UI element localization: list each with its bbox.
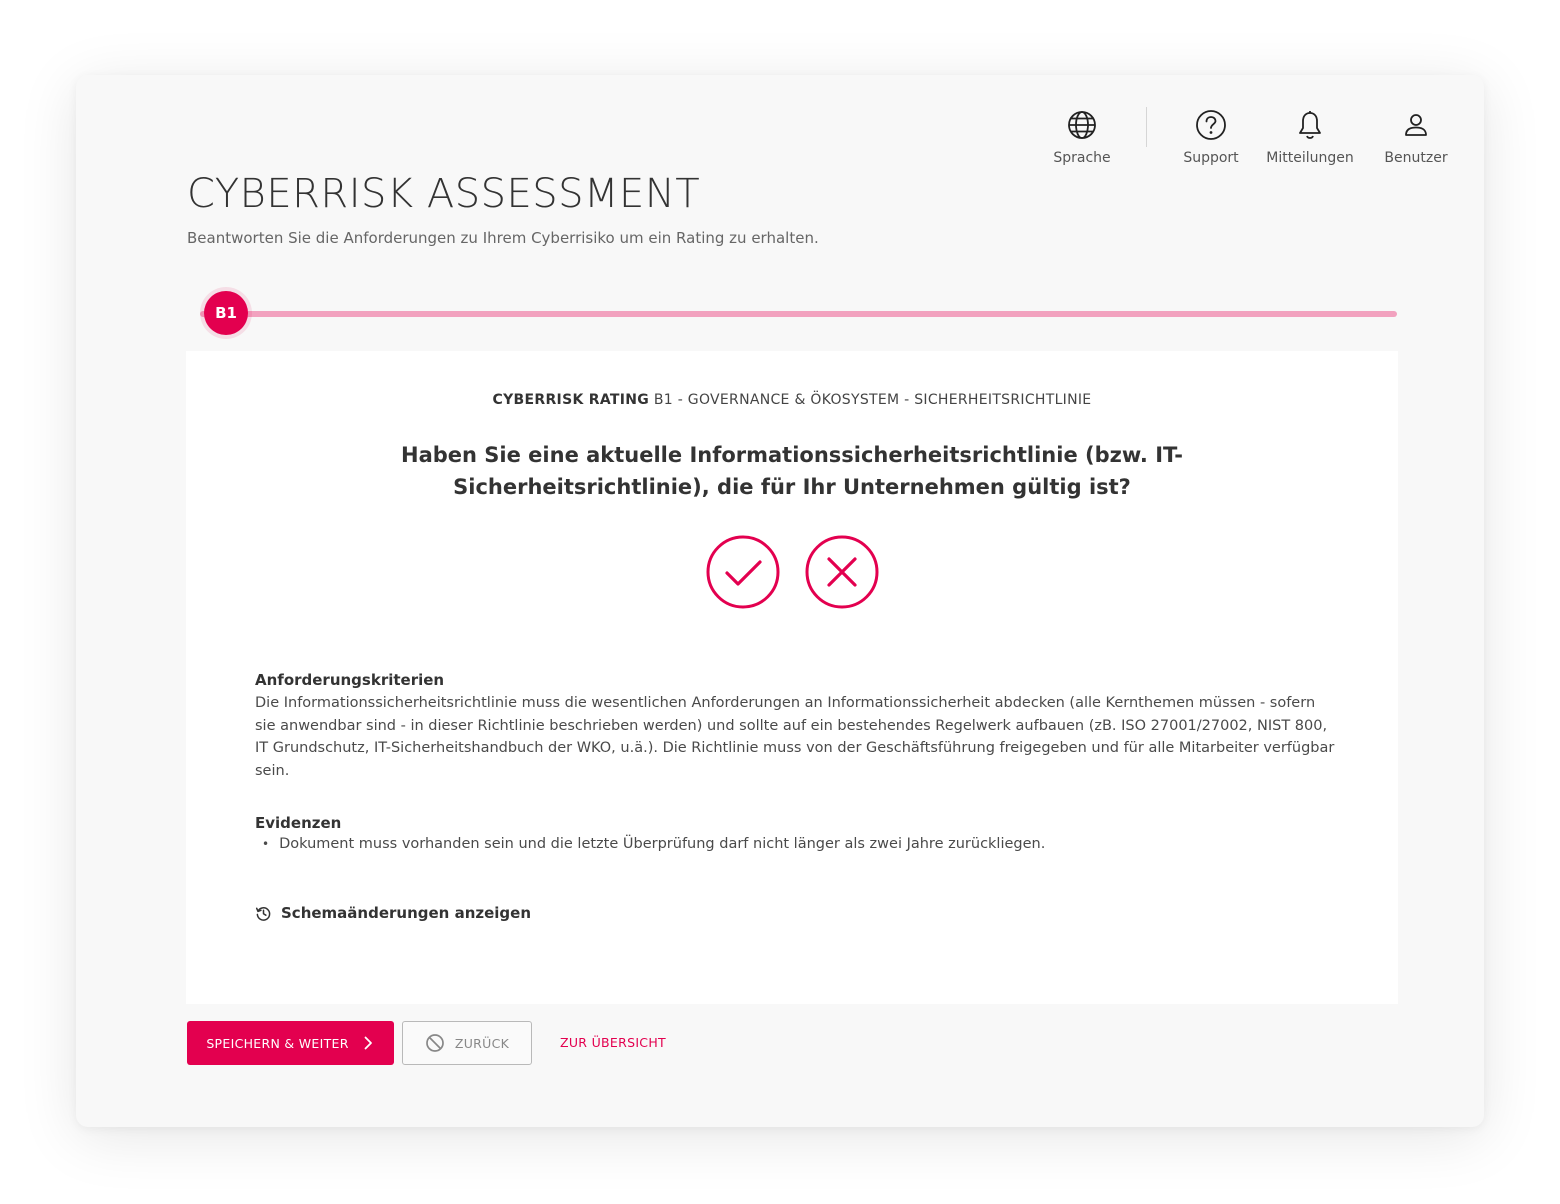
overview-link[interactable]: ZUR ÜBERSICHT	[560, 1035, 666, 1050]
history-icon	[255, 906, 271, 921]
nav-language[interactable]: Sprache	[1052, 109, 1112, 166]
question-category: CYBERRISK RATING B1 - GOVERNANCE & ÖKOSY…	[186, 392, 1398, 408]
nav-divider	[1146, 107, 1147, 147]
category-path: B1 - GOVERNANCE & ÖKOSYSTEM - SICHERHEIT…	[649, 392, 1092, 408]
save-next-button[interactable]: SPEICHERN & WEITER	[187, 1021, 394, 1065]
evidence-list-item: • Dokument muss vorhanden sein und die l…	[262, 836, 1045, 852]
user-icon	[1405, 114, 1427, 136]
back-label: ZURÜCK	[454, 1035, 510, 1051]
evidence-item-text: Dokument muss vorhanden sein und die let…	[279, 836, 1046, 852]
criteria-heading: Anforderungskriterien	[255, 671, 445, 689]
app-window: Sprache Support Mitteilungen Benutzer CY…	[76, 75, 1484, 1127]
page-title: CYBERRISK ASSESSMENT	[187, 171, 701, 217]
globe-icon	[1068, 111, 1096, 139]
nav-language-label: Sprache	[1053, 150, 1111, 166]
nav-user[interactable]: Benutzer	[1376, 109, 1456, 166]
nav-notifications[interactable]: Mitteilungen	[1260, 109, 1360, 166]
x-circle-icon	[805, 535, 879, 609]
schema-changes-label: Schemaänderungen anzeigen	[281, 904, 532, 922]
answer-no-button[interactable]	[805, 535, 879, 609]
answer-yes-button[interactable]	[706, 535, 780, 609]
back-button[interactable]: ZURÜCK	[402, 1021, 532, 1065]
question-card: CYBERRISK RATING B1 - GOVERNANCE & ÖKOSY…	[186, 351, 1398, 1004]
progress-bar	[200, 311, 1397, 317]
chevron-right-icon	[364, 1036, 372, 1050]
schema-changes-link[interactable]: Schemaänderungen anzeigen	[255, 904, 531, 922]
page-subtitle: Beantworten Sie die Anforderungen zu Ihr…	[187, 229, 819, 247]
nav-notifications-label: Mitteilungen	[1266, 150, 1354, 166]
category-label: CYBERRISK RATING	[492, 392, 650, 408]
save-next-label: SPEICHERN & WEITER	[206, 1035, 349, 1051]
help-circle-icon	[1196, 110, 1226, 140]
nav-support[interactable]: Support	[1181, 109, 1241, 166]
nav-user-label: Benutzer	[1384, 150, 1448, 166]
bell-icon	[1299, 111, 1321, 139]
check-circle-icon	[706, 535, 780, 609]
block-icon	[426, 1034, 444, 1052]
nav-support-label: Support	[1183, 150, 1239, 166]
bullet-icon: •	[262, 837, 270, 851]
question-text: Haben Sie eine aktuelle Informationssich…	[401, 443, 1183, 499]
evidence-heading: Evidenzen	[255, 814, 342, 832]
criteria-text: Die Informationssicherheitsrichtlinie mu…	[255, 695, 1335, 779]
progress-step-badge[interactable]: B1	[204, 291, 248, 335]
